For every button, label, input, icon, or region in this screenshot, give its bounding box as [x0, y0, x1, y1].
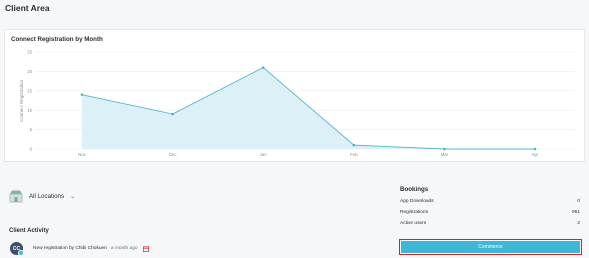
row-label: Active users	[400, 221, 427, 226]
x-tick-label: Apr	[532, 152, 539, 157]
y-tick-label: 25	[27, 50, 32, 55]
status-dot	[18, 250, 24, 256]
data-point	[352, 143, 356, 147]
data-point	[261, 66, 265, 69]
location-label: All Locations	[29, 192, 65, 200]
data-point	[533, 147, 537, 151]
store-icon	[9, 190, 23, 203]
y-axis-label: Connect Registration	[19, 79, 24, 122]
x-tick-label: Jan	[260, 152, 268, 157]
registration-chart: 0 5 10 15 20 25 Nov Dec Jan Feb Mar Apr Connect Re…	[19, 50, 575, 157]
y-tick-label: 20	[27, 69, 32, 74]
row-value: 951	[571, 210, 580, 215]
bookings-row: Registrations 951	[400, 210, 580, 215]
row-label: App Downloads	[400, 199, 434, 204]
bookings-row: App Downloads 0	[400, 199, 580, 204]
y-tick-label: 15	[27, 88, 32, 93]
chart-card: Connect Registration by Month 0 5 10 15 20 25…	[4, 29, 585, 162]
commerce-button-highlight: Commerce	[399, 239, 582, 255]
x-tick-label: Mar	[441, 152, 449, 157]
data-point	[171, 112, 174, 116]
bookings-row: Active users 2	[400, 221, 580, 226]
bookings-title: Bookings	[400, 186, 429, 193]
row-value: 2	[577, 221, 580, 226]
area-fill	[82, 67, 535, 149]
x-tick-label: Nov	[78, 152, 86, 157]
location-selector[interactable]: All Locations ⌄	[9, 189, 75, 203]
activity-time: a month ago	[110, 246, 138, 251]
activity-item[interactable]: CC New registration by Chibi Chokuen a m…	[10, 242, 149, 256]
bookings-panel: Bookings App Downloads 0 Registrations 9…	[400, 186, 580, 226]
data-point	[443, 147, 446, 151]
row-value: 0	[577, 199, 580, 204]
client-activity-title: Client Activity	[9, 228, 49, 234]
y-tick-label: 0	[30, 147, 33, 152]
x-tick-label: Dec	[169, 152, 177, 157]
avatar: CC	[10, 242, 24, 256]
data-point	[80, 93, 84, 96]
y-tick-label: 5	[30, 127, 33, 132]
calendar-icon[interactable]	[142, 245, 149, 252]
activity-text: New registration by Chibi Chokuen	[33, 246, 107, 251]
row-label: Registrations	[400, 210, 428, 215]
y-tick-label: 10	[27, 108, 32, 113]
page-title: Client Area	[5, 3, 50, 13]
x-tick-label: Feb	[350, 152, 358, 157]
commerce-button[interactable]: Commerce	[401, 241, 580, 253]
chevron-down-icon: ⌄	[70, 193, 76, 200]
